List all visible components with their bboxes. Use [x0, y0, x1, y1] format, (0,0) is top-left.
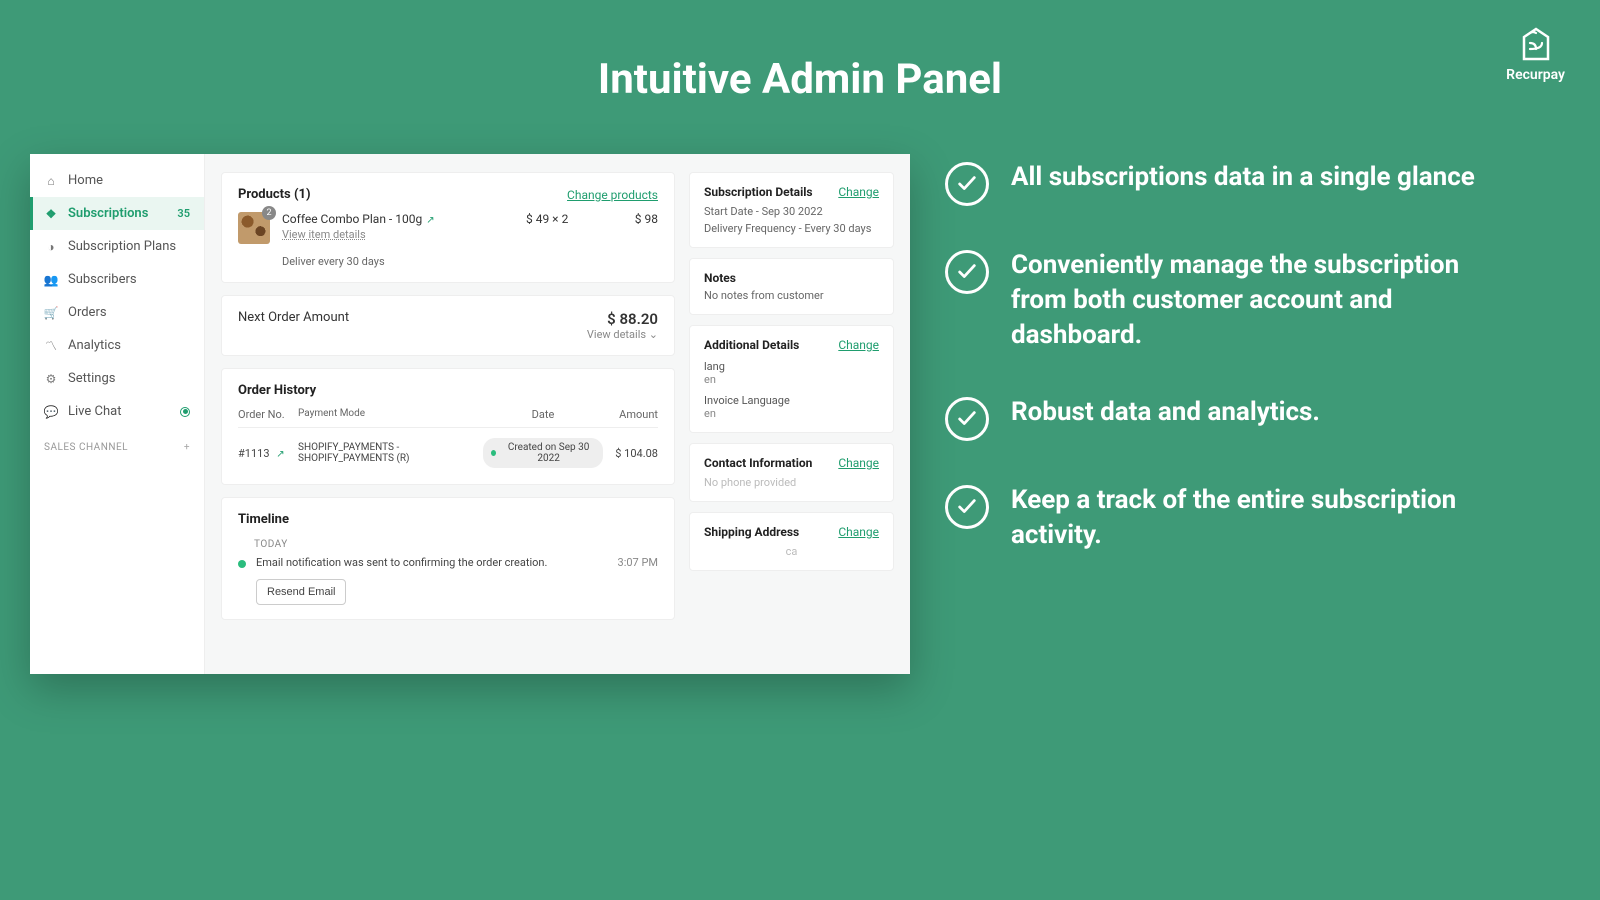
chart-icon: 〽 [44, 339, 58, 353]
col-amount: Amount [603, 408, 658, 421]
sidebar-item-label: Settings [68, 371, 115, 386]
product-thumbnail: 2 [238, 212, 270, 244]
resend-email-button[interactable]: Resend Email [256, 579, 346, 605]
feature-text: Conveniently manage the subscription fro… [1011, 248, 1505, 353]
sidebar-item-label: Home [68, 173, 103, 188]
check-icon [945, 250, 989, 294]
products-card: Products (1) Change products 2 Coffee Co… [221, 172, 675, 283]
sidebar-item-label: Subscriptions [68, 206, 148, 221]
sidebar-item-label: Subscribers [68, 272, 137, 287]
notes-card: Notes No notes from customer [689, 258, 894, 315]
col-order-no: Order No. [238, 408, 298, 421]
change-products-link[interactable]: Change products [567, 188, 658, 202]
next-order-label: Next Order Amount [238, 310, 349, 325]
cart-icon: 🛒 [44, 306, 58, 320]
shipping-title: Shipping Address [704, 525, 799, 539]
sub-details-title: Subscription Details [704, 185, 813, 199]
col-payment-mode: Payment Mode [298, 408, 483, 421]
status-dot [180, 407, 190, 417]
delivery-frequency: Deliver every 30 days [282, 255, 514, 268]
product-price: $ 49 × 2 [526, 212, 596, 226]
additional-details-card: Additional Details Change lang en Invoic… [689, 325, 894, 433]
brand-logo: Recurpay [1506, 25, 1565, 83]
external-link-icon[interactable]: ↗ [276, 449, 284, 460]
home-icon: ⌂ [44, 174, 58, 188]
sidebar-item-settings[interactable]: ⚙ Settings [30, 362, 204, 395]
external-link-icon[interactable]: ↗ [426, 215, 434, 226]
plus-icon[interactable]: + [184, 442, 190, 453]
timeline-day: TODAY [254, 539, 658, 550]
users-icon: 👥 [44, 273, 58, 287]
shipping-address-card: Shipping Address Change ca [689, 512, 894, 571]
col-date: Date [483, 408, 603, 421]
timeline-heading: Timeline [238, 512, 658, 527]
sidebar: ⌂ Home ❖ Subscriptions 35 ◑ Subscription… [30, 154, 205, 674]
feature-list: All subscriptions data in a single glanc… [945, 154, 1505, 595]
admin-panel-window: ⌂ Home ❖ Subscriptions 35 ◑ Subscription… [30, 154, 910, 674]
feature-item: Conveniently manage the subscription fro… [945, 248, 1505, 353]
timeline-dot-icon [238, 560, 246, 568]
page-title: Intuitive Admin Panel [0, 0, 1600, 104]
subscription-details-card: Subscription Details Change Start Date -… [689, 172, 894, 248]
order-row[interactable]: #1113 ↗ SHOPIFY_PAYMENTS - SHOPIFY_PAYME… [238, 428, 658, 478]
delivery-freq: Delivery Frequency - Every 30 days [704, 222, 879, 235]
sidebar-item-analytics[interactable]: 〽 Analytics [30, 329, 204, 362]
gear-icon: ⚙ [44, 372, 58, 386]
products-heading: Products (1) [238, 187, 311, 202]
order-date-pill: Created on Sep 30 2022 [483, 438, 603, 468]
brand-name: Recurpay [1506, 67, 1565, 83]
change-contact-link[interactable]: Change [838, 456, 879, 470]
sidebar-item-orders[interactable]: 🛒 Orders [30, 296, 204, 329]
check-icon [945, 162, 989, 206]
tag-icon: ◑ [44, 240, 58, 254]
next-order-amount: $ 88.20 [587, 310, 658, 328]
sidebar-item-label: Subscription Plans [68, 239, 176, 254]
additional-title: Additional Details [704, 338, 799, 352]
layers-icon: ❖ [44, 207, 58, 221]
sidebar-item-label: Orders [68, 305, 107, 320]
check-icon [945, 485, 989, 529]
feature-item: Robust data and analytics. [945, 395, 1505, 441]
feature-text: All subscriptions data in a single glanc… [1011, 160, 1475, 195]
sidebar-item-label: Analytics [68, 338, 121, 353]
feature-text: Keep a track of the entire subscription … [1011, 483, 1505, 553]
sidebar-item-livechat[interactable]: 💬 Live Chat [30, 395, 204, 428]
product-total: $ 98 [608, 212, 658, 226]
order-amount: $ 104.08 [603, 447, 658, 460]
change-additional-link[interactable]: Change [838, 338, 879, 352]
sidebar-item-home[interactable]: ⌂ Home [30, 164, 204, 197]
check-icon [945, 397, 989, 441]
view-details-link[interactable]: View details ⌄ [587, 328, 658, 341]
order-history-card: Order History Order No. Payment Mode Dat… [221, 368, 675, 485]
timeline-card: Timeline TODAY Email notification was se… [221, 497, 675, 620]
product-name: Coffee Combo Plan - 100g [282, 212, 422, 226]
notes-title: Notes [704, 271, 879, 285]
chat-icon: 💬 [44, 405, 58, 419]
sidebar-section-header: SALES CHANNEL + [30, 428, 204, 459]
feature-item: All subscriptions data in a single glanc… [945, 160, 1505, 206]
change-sub-details-link[interactable]: Change [838, 185, 879, 199]
sidebar-item-label: Live Chat [68, 404, 121, 419]
feature-item: Keep a track of the entire subscription … [945, 483, 1505, 553]
next-order-card: Next Order Amount $ 88.20 View details ⌄ [221, 295, 675, 356]
sidebar-item-subscribers[interactable]: 👥 Subscribers [30, 263, 204, 296]
sidebar-item-plans[interactable]: ◑ Subscription Plans [30, 230, 204, 263]
start-date: Start Date - Sep 30 2022 [704, 205, 879, 218]
contact-text: No phone provided [704, 476, 879, 489]
view-item-details-link[interactable]: View item details [282, 228, 514, 241]
contact-title: Contact Information [704, 456, 812, 470]
product-qty-badge: 2 [262, 206, 276, 220]
contact-info-card: Contact Information Change No phone prov… [689, 443, 894, 502]
sidebar-badge: 35 [177, 207, 190, 220]
feature-text: Robust data and analytics. [1011, 395, 1320, 430]
timeline-time: 3:07 PM [618, 556, 658, 569]
timeline-entry: Email notification was sent to confirmin… [256, 556, 608, 569]
shipping-text: ca [704, 545, 879, 558]
change-shipping-link[interactable]: Change [838, 525, 879, 539]
notes-text: No notes from customer [704, 289, 879, 302]
order-payment-mode: SHOPIFY_PAYMENTS - SHOPIFY_PAYMENTS (R) [298, 442, 483, 464]
sidebar-item-subscriptions[interactable]: ❖ Subscriptions 35 [30, 197, 204, 230]
order-history-heading: Order History [238, 383, 658, 398]
